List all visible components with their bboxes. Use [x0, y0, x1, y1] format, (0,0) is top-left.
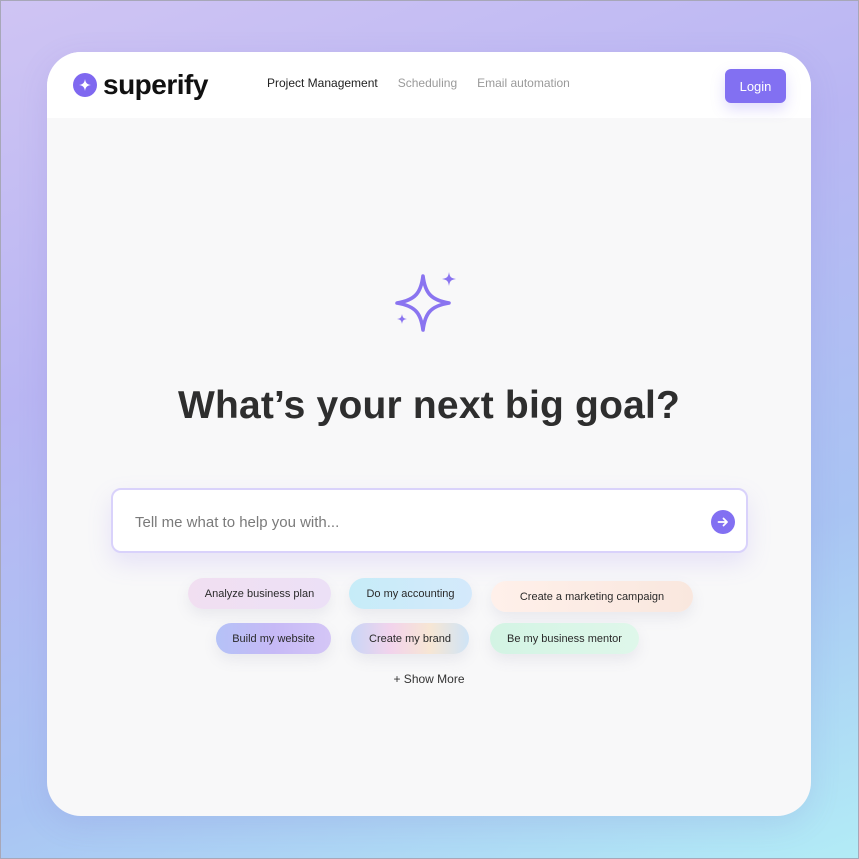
suggestion-be-my-business-mentor[interactable]: Be my business mentor — [490, 623, 639, 654]
suggestion-analyze-business-plan[interactable]: Analyze business plan — [188, 578, 331, 609]
top-navbar: superify Project Management Scheduling E… — [47, 52, 811, 118]
show-more-link[interactable]: + Show More — [47, 672, 811, 686]
logo-wordmark: superify — [103, 69, 208, 100]
nav-project-management[interactable]: Project Management — [267, 76, 378, 90]
main-card: superify Project Management Scheduling E… — [47, 52, 811, 816]
login-button[interactable]: Login — [725, 69, 786, 103]
sparkle-icon — [393, 270, 459, 341]
nav-email-automation[interactable]: Email automation — [477, 76, 570, 90]
nav-scheduling[interactable]: Scheduling — [398, 76, 457, 90]
page-title: What’s your next big goal? — [177, 384, 681, 427]
prompt-box — [111, 488, 748, 553]
suggestion-do-my-accounting[interactable]: Do my accounting — [349, 578, 472, 609]
main-nav: Project Management Scheduling Email auto… — [267, 76, 570, 90]
prompt-input[interactable] — [135, 510, 675, 534]
suggestion-create-marketing-campaign[interactable]: Create a marketing campaign — [491, 581, 693, 612]
logo-sparkle-icon — [73, 73, 97, 97]
send-arrow-icon[interactable] — [711, 510, 735, 534]
suggestion-build-my-website[interactable]: Build my website — [216, 623, 331, 654]
suggestion-create-my-brand[interactable]: Create my brand — [351, 623, 469, 654]
logo[interactable]: superify — [73, 71, 208, 99]
